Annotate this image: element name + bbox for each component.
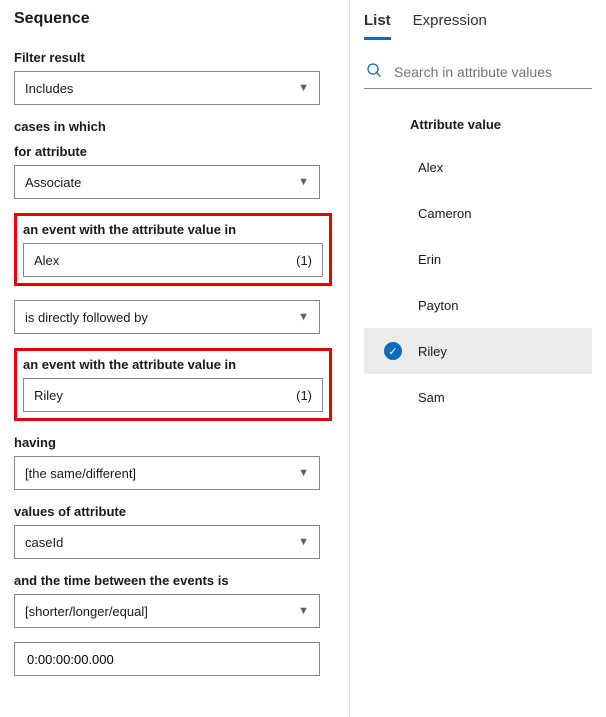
event2-label: an event with the attribute value in bbox=[23, 357, 323, 372]
event1-value: Alex bbox=[34, 253, 59, 268]
check-icon: ✓ bbox=[384, 342, 402, 360]
filter-result-select[interactable]: Includes ▼ bbox=[14, 71, 320, 105]
values-attr-select[interactable]: caseId ▼ bbox=[14, 525, 320, 559]
event2-group: an event with the attribute value in Ril… bbox=[14, 348, 332, 421]
filter-result-value: Includes bbox=[25, 81, 73, 96]
for-attribute-label: for attribute bbox=[14, 144, 335, 159]
attribute-panel: List Expression Attribute value Alex Came… bbox=[350, 0, 606, 717]
followed-by-select[interactable]: is directly followed by ▼ bbox=[14, 300, 320, 334]
followed-by-value: is directly followed by bbox=[25, 310, 148, 325]
search-row bbox=[364, 56, 592, 89]
attribute-item-label: Payton bbox=[418, 298, 458, 313]
time-input[interactable] bbox=[25, 651, 309, 668]
event1-select[interactable]: Alex (1) bbox=[23, 243, 323, 277]
chevron-down-icon: ▼ bbox=[298, 605, 309, 617]
values-attr-label: values of attribute bbox=[14, 504, 335, 519]
for-attribute-select[interactable]: Associate ▼ bbox=[14, 165, 320, 199]
attribute-item[interactable]: Sam bbox=[364, 374, 592, 420]
attribute-item-label: Erin bbox=[418, 252, 441, 267]
event2-value: Riley bbox=[34, 388, 63, 403]
search-input[interactable] bbox=[392, 63, 590, 81]
event2-count: (1) bbox=[296, 388, 312, 403]
time-input-wrapper bbox=[14, 642, 320, 676]
chevron-down-icon: ▼ bbox=[298, 467, 309, 479]
tab-expression[interactable]: Expression bbox=[413, 10, 487, 40]
attribute-item[interactable]: Cameron bbox=[364, 190, 592, 236]
having-label: having bbox=[14, 435, 335, 450]
event1-label: an event with the attribute value in bbox=[23, 222, 323, 237]
attribute-list: Alex Cameron Erin Payton ✓ Riley Sam bbox=[364, 144, 592, 420]
event2-select[interactable]: Riley (1) bbox=[23, 378, 323, 412]
sequence-panel: Sequence Filter result Includes ▼ cases … bbox=[0, 0, 350, 717]
attribute-item-label: Cameron bbox=[418, 206, 471, 221]
check-icon bbox=[384, 250, 402, 268]
having-value: [the same/different] bbox=[25, 466, 136, 481]
values-attr-value: caseId bbox=[25, 535, 63, 550]
chevron-down-icon: ▼ bbox=[298, 176, 309, 188]
event1-count: (1) bbox=[296, 253, 312, 268]
tabs: List Expression bbox=[364, 10, 592, 40]
tab-list[interactable]: List bbox=[364, 10, 391, 40]
attribute-item-label: Alex bbox=[418, 160, 443, 175]
attribute-item[interactable]: ✓ Riley bbox=[364, 328, 592, 374]
attribute-item[interactable]: Erin bbox=[364, 236, 592, 282]
event1-group: an event with the attribute value in Ale… bbox=[14, 213, 332, 286]
chevron-down-icon: ▼ bbox=[298, 311, 309, 323]
search-icon bbox=[366, 62, 382, 82]
check-icon bbox=[384, 158, 402, 176]
chevron-down-icon: ▼ bbox=[298, 82, 309, 94]
attribute-header: Attribute value bbox=[364, 117, 592, 144]
for-attribute-value: Associate bbox=[25, 175, 81, 190]
cases-label: cases in which bbox=[14, 119, 335, 134]
attribute-item-label: Sam bbox=[418, 390, 445, 405]
time-op-value: [shorter/longer/equal] bbox=[25, 604, 148, 619]
time-op-select[interactable]: [shorter/longer/equal] ▼ bbox=[14, 594, 320, 628]
attribute-item[interactable]: Alex bbox=[364, 144, 592, 190]
panel-title: Sequence bbox=[14, 10, 335, 28]
time-label: and the time between the events is bbox=[14, 573, 335, 588]
check-icon bbox=[384, 388, 402, 406]
check-icon bbox=[384, 296, 402, 314]
filter-result-label: Filter result bbox=[14, 50, 335, 65]
having-select[interactable]: [the same/different] ▼ bbox=[14, 456, 320, 490]
attribute-item-label: Riley bbox=[418, 344, 447, 359]
check-icon bbox=[384, 204, 402, 222]
attribute-item[interactable]: Payton bbox=[364, 282, 592, 328]
chevron-down-icon: ▼ bbox=[298, 536, 309, 548]
